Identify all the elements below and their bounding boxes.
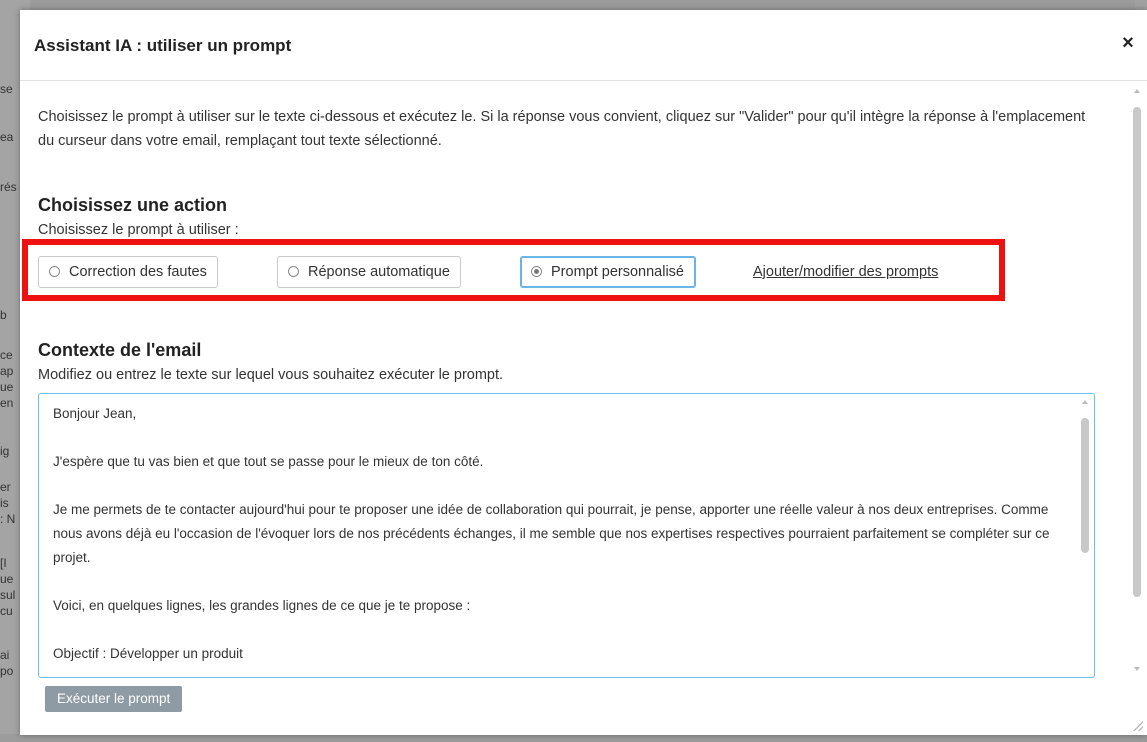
dialog-scrollbar[interactable] (1131, 85, 1143, 675)
close-button[interactable]: × (1117, 32, 1139, 54)
dialog-title: Assistant IA : utiliser un prompt (34, 36, 292, 55)
radio-unchecked-icon[interactable] (288, 266, 299, 277)
background-text: ue (0, 572, 14, 586)
background-text: en (0, 396, 14, 410)
background-text: is (0, 496, 9, 510)
option-label: Correction des fautes (69, 264, 207, 280)
email-paragraph: J'espère que tu vas bien et que tout se … (53, 454, 484, 469)
context-section-subtitle: Modifiez ou entrez le texte sur lequel v… (38, 367, 504, 383)
dialog-body: Choisissez le prompt à utiliser sur le t… (20, 81, 1127, 680)
email-paragraph: Je me permets de te contacter aujourd'hu… (53, 502, 1050, 565)
background-text: ue (0, 380, 14, 394)
background-text: se (0, 82, 13, 96)
background-text: ce (0, 348, 13, 362)
textarea-content: Bonjour Jean, J'espère que tu vas bien e… (53, 402, 1058, 677)
option-label: Prompt personnalisé (551, 264, 684, 280)
email-paragraph: Objectif : Développer un produit (53, 646, 243, 661)
background-text: er (0, 480, 11, 494)
background-bottom (0, 734, 1147, 742)
option-reponse-automatique[interactable]: Réponse automatique (277, 256, 461, 288)
background-text: ea (0, 130, 14, 144)
background-text: b (0, 308, 7, 322)
resize-handle-icon[interactable] (1133, 721, 1143, 731)
background-text: ap (0, 364, 14, 378)
background-text: ai (0, 648, 10, 662)
execute-prompt-button[interactable]: Exécuter le prompt (45, 686, 183, 712)
background-text: [I (0, 556, 7, 570)
textarea-scrollbar[interactable] (1079, 396, 1091, 674)
background-text: sul (0, 588, 16, 602)
edit-prompts-link[interactable]: Ajouter/modifier des prompts (753, 264, 938, 280)
option-label: Réponse automatique (308, 264, 450, 280)
scrollbar-thumb[interactable] (1081, 418, 1089, 553)
dialog-header: Assistant IA : utiliser un prompt × (20, 10, 1147, 81)
background-text: ig (0, 444, 10, 458)
action-section-subtitle: Choisissez le prompt à utiliser : (38, 222, 239, 238)
scroll-up-icon[interactable] (1082, 400, 1088, 404)
option-correction-des-fautes[interactable]: Correction des fautes (38, 256, 218, 288)
background-text: po (0, 664, 14, 678)
ai-assistant-dialog: Assistant IA : utiliser un prompt × Choi… (20, 10, 1147, 735)
action-section-title: Choisissez une action (38, 195, 228, 215)
background-text: rés (0, 180, 17, 194)
option-prompt-personnalise[interactable]: Prompt personnalisé (520, 256, 696, 288)
radio-checked-icon[interactable] (531, 266, 542, 277)
dialog-footer: Exécuter le prompt (20, 680, 1147, 735)
background-text: cu (0, 604, 13, 618)
radio-unchecked-icon[interactable] (49, 266, 60, 277)
background-text: : N (0, 512, 16, 526)
scroll-down-icon[interactable] (1134, 667, 1140, 671)
scrollbar-thumb[interactable] (1133, 107, 1141, 597)
dialog-instructions: Choisissez le prompt à utiliser sur le t… (38, 109, 1086, 149)
email-paragraph: Bonjour Jean, (53, 406, 137, 421)
email-context-textarea[interactable]: Bonjour Jean, J'espère que tu vas bien e… (38, 393, 1095, 678)
context-section-title: Contexte de l'email (38, 340, 202, 360)
background-toolbar (0, 0, 1147, 10)
scroll-up-icon[interactable] (1134, 89, 1140, 93)
email-paragraph: Voici, en quelques lignes, les grandes l… (53, 598, 471, 613)
